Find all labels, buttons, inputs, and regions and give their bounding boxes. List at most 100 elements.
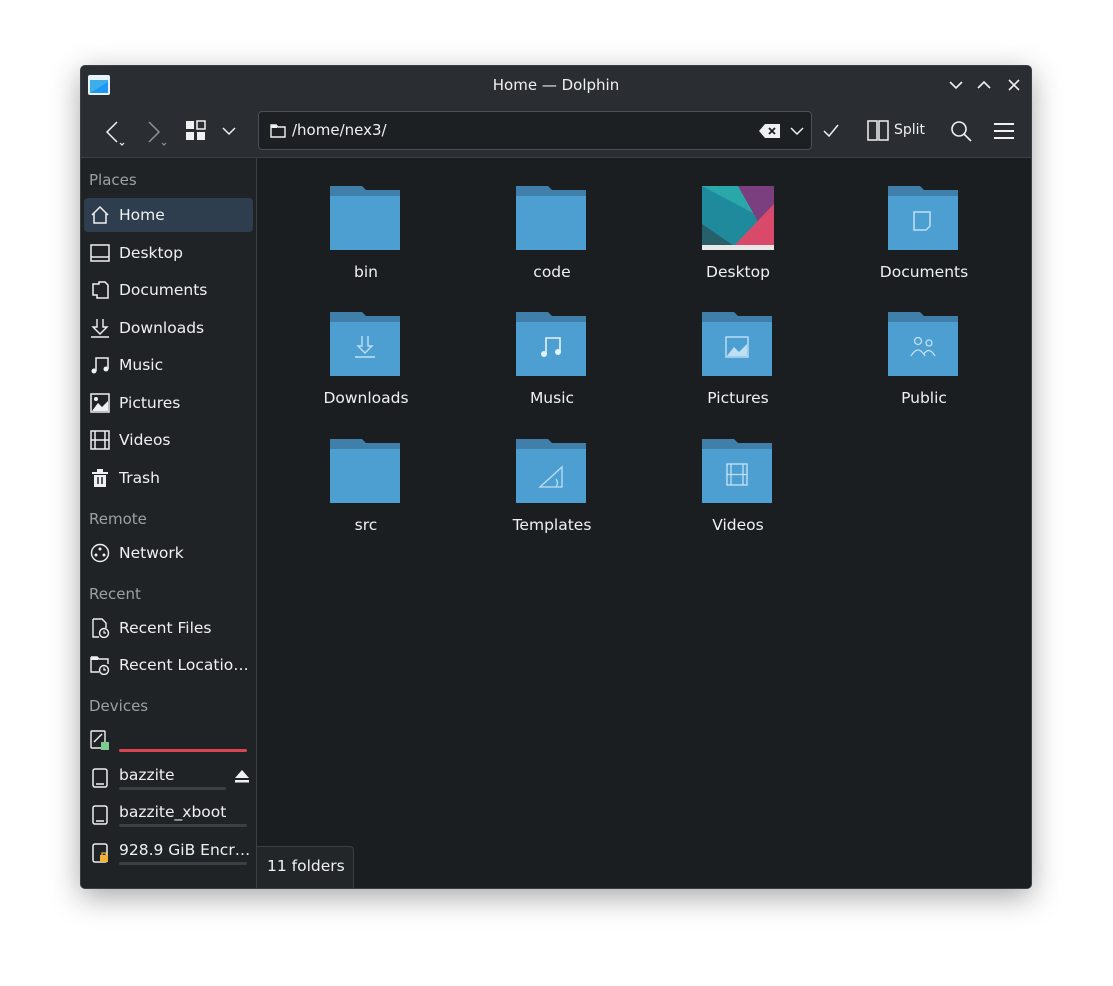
back-button[interactable] [101, 118, 131, 148]
folder-downloads[interactable]: Downloads [273, 310, 459, 436]
device-usage-bar [119, 824, 247, 827]
folder-path-icon [270, 124, 286, 138]
documents-folder-icon [888, 186, 958, 250]
view-mode-dropdown-icon[interactable] [221, 124, 237, 138]
pictures-icon [90, 393, 110, 413]
folder-label: code [533, 263, 571, 281]
music-icon [91, 357, 109, 374]
public-folder-icon [888, 312, 958, 376]
sidebar-item-device-encrypted[interactable]: 928.9 GiB Encr… [84, 836, 253, 870]
sidebar-item-device-bazzite-xboot[interactable]: bazzite_xboot [84, 798, 253, 832]
location-path[interactable]: /home/nex3/ [292, 121, 387, 139]
folder-desktop[interactable]: Desktop [645, 184, 831, 310]
encrypted-drive-icon [92, 843, 108, 863]
confirm-path-icon[interactable] [822, 122, 840, 140]
folder-videos[interactable]: Videos [645, 437, 831, 563]
sidebar-item-device-bazzite[interactable]: bazzite [84, 761, 253, 795]
sidebar-item-network[interactable]: Network [84, 536, 253, 570]
sidebar-item-recent-files[interactable]: Recent Files [84, 611, 253, 645]
section-places: Places [89, 171, 137, 189]
network-icon [90, 543, 110, 563]
hamburger-menu-icon[interactable] [993, 122, 1015, 140]
device-usage-bar [119, 749, 247, 752]
videos-folder-icon [702, 439, 772, 503]
folder-label: src [354, 516, 378, 534]
sidebar-item-downloads[interactable]: Downloads [84, 311, 253, 345]
desktop-wallpaper-icon [702, 186, 774, 250]
section-recent: Recent [89, 585, 141, 603]
folder-music[interactable]: Music [459, 310, 645, 436]
sidebar-item-label: Downloads [119, 319, 205, 337]
folder-icon [516, 186, 586, 250]
sidebar-item-home[interactable]: Home [84, 198, 253, 232]
sidebar-item-recent-locations[interactable]: Recent Locatio… [84, 648, 253, 682]
desktop-icon [90, 244, 110, 262]
folder-label: Templates [512, 516, 592, 534]
device-usage-bar [119, 862, 247, 865]
section-remote: Remote [89, 510, 147, 528]
sidebar-item-label: Trash [119, 469, 160, 487]
file-view[interactable]: bin code Desktop Documents Downloads Mus… [257, 158, 1031, 888]
sidebar-item-desktop[interactable]: Desktop [84, 236, 253, 270]
view-mode-icon[interactable] [185, 120, 207, 142]
drive-icon [90, 730, 109, 750]
folder-public[interactable]: Public [831, 310, 1017, 436]
sidebar-item-documents[interactable]: Documents [84, 273, 253, 307]
maximize-button[interactable] [975, 76, 993, 94]
sidebar-item-videos[interactable]: Videos [84, 423, 253, 457]
sidebar-item-label: Music [119, 356, 164, 374]
sidebar-item-label: bazzite [119, 766, 175, 784]
pictures-folder-icon [702, 312, 772, 376]
templates-folder-icon [516, 439, 586, 503]
location-bar[interactable]: /home/nex3/ [258, 111, 812, 150]
folder-code[interactable]: code [459, 184, 645, 310]
split-view-icon[interactable] [867, 120, 889, 142]
dolphin-window: Home — Dolphin /home/nex3/ Split Places … [80, 65, 1032, 889]
folder-label: Music [529, 389, 575, 407]
search-icon[interactable] [950, 120, 972, 142]
folder-label: Public [901, 389, 947, 407]
folder-label: bin [354, 263, 378, 281]
folder-label: Pictures [707, 389, 769, 407]
device-usage-bar [119, 787, 226, 790]
folder-bin[interactable]: bin [273, 184, 459, 310]
folder-pictures[interactable]: Pictures [645, 310, 831, 436]
sidebar-item-pictures[interactable]: Pictures [84, 386, 253, 420]
drive-icon [92, 768, 108, 788]
folder-src[interactable]: src [273, 437, 459, 563]
minimize-button[interactable] [947, 76, 965, 94]
videos-icon [90, 430, 110, 450]
sidebar-item-label: Home [119, 206, 165, 224]
sidebar-item-device-unnamed[interactable] [84, 723, 253, 757]
sidebar-item-music[interactable]: Music [84, 348, 253, 382]
downloads-folder-icon [330, 312, 400, 376]
forward-button[interactable] [143, 118, 173, 148]
sidebar-item-label: Recent Files [119, 619, 212, 637]
close-button[interactable] [1005, 76, 1023, 94]
folder-label: Documents [879, 263, 969, 281]
folder-templates[interactable]: Templates [459, 437, 645, 563]
status-text: 11 folders [267, 857, 345, 875]
eject-icon[interactable] [233, 768, 251, 784]
folder-icon [330, 186, 400, 250]
trash-icon [92, 469, 108, 487]
recent-locations-icon [90, 656, 110, 675]
title-bar[interactable]: Home — Dolphin [81, 66, 1031, 104]
recent-files-icon [92, 618, 110, 638]
window-title: Home — Dolphin [492, 76, 620, 94]
sidebar-item-label: Network [119, 544, 184, 562]
split-button[interactable]: Split [894, 122, 925, 138]
sidebar-item-label: Pictures [119, 394, 181, 412]
sidebar-item-label: Videos [119, 431, 171, 449]
folder-label: Videos [712, 516, 764, 534]
home-icon [91, 205, 109, 224]
folder-label: Desktop [706, 263, 770, 281]
path-history-dropdown-icon[interactable] [789, 125, 805, 137]
status-bar: 11 folders [257, 846, 354, 888]
clear-path-icon[interactable] [759, 123, 781, 139]
folder-documents[interactable]: Documents [831, 184, 1017, 310]
sidebar-item-trash[interactable]: Trash [84, 461, 253, 495]
downloads-icon [91, 319, 109, 338]
documents-icon [92, 281, 109, 299]
toolbar: /home/nex3/ Split [81, 104, 1031, 158]
